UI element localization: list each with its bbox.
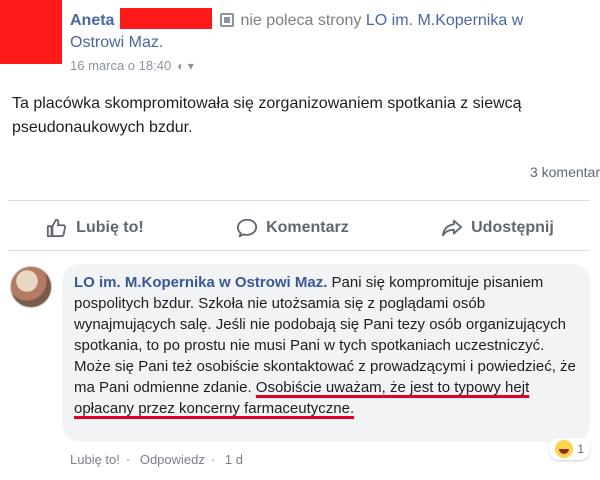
privacy-icon[interactable]: ◐ ▾ <box>177 59 194 73</box>
review-text: nie poleca strony <box>240 12 362 29</box>
review-icon <box>220 13 235 27</box>
comment-like-link[interactable]: Lubię to! <box>70 452 120 467</box>
comment-label: Komentarz <box>266 219 349 236</box>
author-name[interactable]: Aneta <box>70 12 114 29</box>
share-icon <box>442 219 463 237</box>
comments-count[interactable]: 3 komentar <box>530 164 600 180</box>
page-name-continued[interactable]: Ostrowi Maz. <box>70 32 600 54</box>
comment-bubble: LO im. M.Kopernika w Ostrowi Maz. Pani s… <box>62 264 590 442</box>
comment-icon <box>236 218 258 238</box>
redacted-name <box>120 8 213 29</box>
like-button[interactable]: Lubię to! <box>46 217 144 239</box>
post-actions: Lubię to! Komentarz Udostępnij <box>0 210 600 246</box>
comment-time[interactable]: 1 d <box>225 452 243 467</box>
comment-text: LO im. M.Kopernika w Ostrowi Maz. Pani s… <box>74 272 580 419</box>
post-date[interactable]: 16 marca o 18:40 <box>70 58 171 73</box>
comment-author[interactable]: LO im. M.Kopernika w Ostrowi Maz. <box>74 274 327 291</box>
comment-body: Pani się kompromituje pisaniem pospolity… <box>74 274 576 396</box>
share-label: Udostępnij <box>471 219 554 236</box>
reaction-count: 1 <box>577 442 584 456</box>
page-name[interactable]: LO im. M.Kopernika w <box>366 12 523 29</box>
comment-button[interactable]: Komentarz <box>236 217 349 239</box>
commenter-avatar[interactable] <box>10 266 52 308</box>
haha-reaction-icon <box>555 440 574 458</box>
divider-top <box>8 200 590 201</box>
post-text: Ta placówka skompromitowała się zorganiz… <box>12 95 522 136</box>
comment-reactions[interactable]: 1 <box>549 438 590 460</box>
divider-bottom <box>8 250 590 251</box>
comment-reply-link[interactable]: Odpowiedz <box>140 452 205 467</box>
share-button[interactable]: Udostępnij <box>441 217 554 239</box>
post-meta: 16 marca o 18:40 ◐ ▾ <box>70 58 600 73</box>
comment-actions: Lubię to! · Odpowiedz · 1 d <box>70 452 243 467</box>
post-header: Aneta nie poleca strony LO im. M.Kopernik… <box>70 8 600 73</box>
like-label: Lubię to! <box>76 219 144 236</box>
post-title-line: Aneta nie poleca strony LO im. M.Kopernik… <box>70 8 600 32</box>
redacted-avatar <box>0 0 62 64</box>
thumbs-up-icon <box>47 218 67 238</box>
